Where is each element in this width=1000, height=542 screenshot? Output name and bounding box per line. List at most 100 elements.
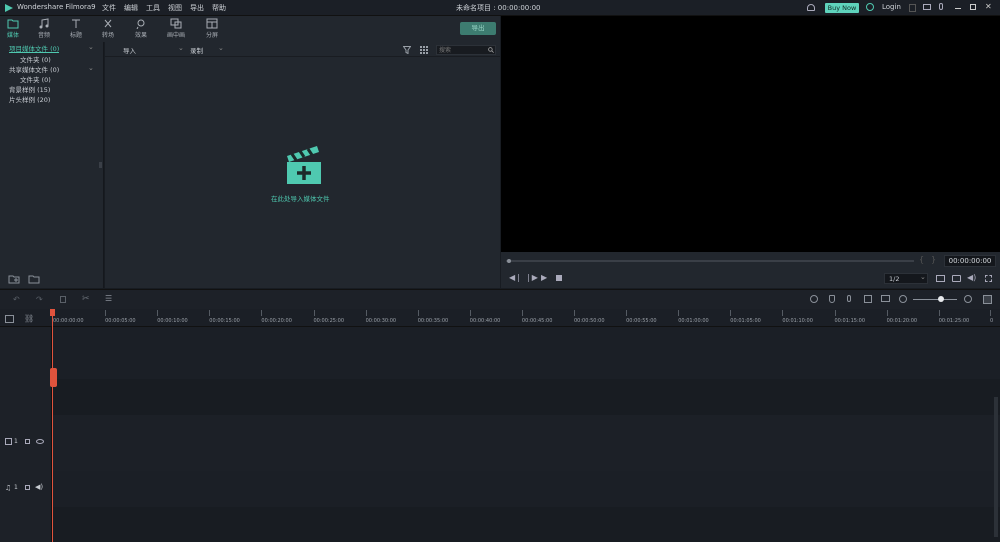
ruler-tick: 00:01:25:00	[938, 310, 970, 324]
tab-audio[interactable]: 音频	[31, 18, 57, 39]
export-button[interactable]: 导出	[460, 22, 496, 35]
menu-tools[interactable]: 工具	[146, 3, 160, 13]
marker-icon[interactable]	[829, 295, 835, 303]
menu-file[interactable]: 文件	[102, 3, 116, 13]
menu-edit[interactable]: 编辑	[124, 3, 138, 13]
speaker-icon[interactable]: ◀)	[35, 483, 43, 491]
track-area-2	[52, 379, 1000, 415]
search-icon[interactable]	[488, 47, 494, 53]
import-hint: 在此处导入媒体文件	[271, 195, 330, 203]
filter-icon[interactable]	[403, 46, 411, 54]
app-title: Wondershare Filmora9	[17, 3, 96, 11]
sidebar-item-backgrounds[interactable]: 背景样例 (15)	[9, 84, 50, 94]
sidebar-item-folder[interactable]: 文件夹 (0)	[20, 54, 51, 64]
cut-icon[interactable]: ✂	[82, 294, 90, 304]
stop-icon[interactable]	[556, 275, 562, 281]
cc-icon[interactable]	[881, 295, 890, 302]
timeline-scrollbar[interactable]	[994, 397, 998, 537]
tab-transitions[interactable]: 转场	[95, 18, 121, 39]
ruler-tick: 0	[990, 310, 994, 324]
library-sidebar: 项目媒体文件 (0) ⌄ 文件夹 (0) 共享媒体文件 (0) ⌄ 文件夹 (0…	[0, 42, 104, 288]
add-track-icon[interactable]	[5, 315, 14, 323]
play-pause-icon[interactable]: ❘▶	[525, 273, 538, 282]
info-icon[interactable]	[866, 3, 874, 11]
login-link[interactable]: Login	[882, 3, 901, 11]
support-icon[interactable]	[807, 4, 815, 11]
ruler-tick: 00:00:25:00	[313, 310, 345, 324]
sidebar-item-shared-folder[interactable]: 文件夹 (0)	[20, 74, 51, 84]
record-dropdown[interactable]: 录制 ⌄	[190, 44, 225, 55]
lock-icon[interactable]	[25, 485, 30, 490]
zoom-slider-knob[interactable]	[938, 296, 944, 302]
search-input[interactable]	[439, 46, 483, 54]
new-folder-icon[interactable]	[8, 274, 20, 284]
audio-track[interactable]	[52, 471, 1000, 507]
mixer-icon[interactable]	[864, 295, 872, 303]
account-icon[interactable]	[909, 4, 916, 12]
link-icon[interactable]: ⛓	[24, 314, 34, 323]
grid-view-icon[interactable]	[420, 46, 428, 54]
import-dropdown[interactable]: 导入 ⌄	[123, 44, 185, 55]
collapse-handle-icon[interactable]	[99, 162, 102, 168]
minimize-icon[interactable]	[955, 8, 961, 9]
audio-track-icon: ♫	[5, 484, 12, 492]
tab-transitions-label: 转场	[101, 32, 114, 39]
chevron-down-icon: ⌄	[218, 44, 224, 52]
sidebar-item-intros[interactable]: 片头样例 (20)	[9, 94, 50, 104]
sidebar-item-shared-media[interactable]: 共享媒体文件 (0)	[9, 64, 59, 74]
preview-scrubber[interactable]	[506, 260, 914, 262]
mic-icon[interactable]	[939, 3, 943, 10]
fullscreen-icon[interactable]	[985, 275, 992, 282]
mark-in-icon[interactable]: {	[919, 255, 924, 264]
undo-icon[interactable]: ↶	[13, 295, 20, 304]
audio-track-header: ♫ 1 ◀)	[0, 471, 52, 507]
tab-media[interactable]: 媒体	[0, 18, 26, 39]
timeline-toolbar: ↶ ↷ ✂ ☰	[0, 289, 1000, 309]
redo-icon[interactable]: ↷	[36, 295, 43, 304]
lock-icon[interactable]	[25, 439, 30, 444]
record-label: 录制	[190, 47, 203, 55]
mail-icon[interactable]	[923, 4, 931, 10]
track-area-top	[52, 327, 1000, 379]
tab-titles[interactable]: 标题	[63, 18, 89, 39]
tab-split-screen[interactable]: 分屏	[199, 18, 225, 39]
snapshot-icon[interactable]	[952, 275, 961, 282]
display-settings-icon[interactable]	[936, 275, 945, 282]
zoom-slider[interactable]	[913, 299, 957, 300]
close-icon[interactable]: ✕	[985, 2, 992, 11]
ratio-select[interactable]: 1/2 ⌄	[884, 273, 928, 284]
folder-outline-icon[interactable]	[28, 274, 40, 284]
menu-help[interactable]: 帮助	[212, 3, 226, 13]
playhead-handle[interactable]	[50, 368, 57, 387]
tab-effects[interactable]: 效果	[128, 18, 154, 39]
adjust-icon[interactable]: ☰	[105, 294, 112, 303]
mark-out-icon[interactable]: }	[931, 255, 936, 264]
split-screen-icon	[206, 18, 218, 29]
media-toolbar: 媒体 音频 标题 转场 效果 画中画 分屏 导出	[0, 16, 500, 42]
volume-icon[interactable]: ◀)	[967, 273, 976, 282]
playhead-top-handle[interactable]	[50, 309, 55, 316]
delete-icon[interactable]	[60, 296, 66, 303]
buy-now-button[interactable]: Buy Now	[825, 3, 859, 13]
ruler-tick: 00:01:15:00	[834, 310, 866, 324]
tab-pip[interactable]: 画中画	[163, 18, 189, 39]
text-icon	[72, 19, 80, 28]
voiceover-icon[interactable]	[847, 295, 851, 302]
ruler-tick: 00:00:55:00	[626, 310, 657, 324]
zoom-in-icon[interactable]	[964, 295, 972, 303]
tab-split-label: 分屏	[205, 32, 218, 39]
restore-icon[interactable]	[970, 4, 976, 10]
eye-icon[interactable]	[36, 439, 44, 444]
zoom-out-icon[interactable]	[899, 295, 907, 303]
timeline-ruler: ⛓ 00:00:00:00 00:00:05:00 00:00:10:00 00:00…	[0, 309, 1000, 327]
ruler-tick: 00:01:00:00	[678, 310, 709, 324]
menu-view[interactable]: 视图	[168, 3, 182, 13]
play-icon[interactable]: ▶	[541, 273, 547, 282]
effects-icon	[136, 19, 145, 29]
render-icon[interactable]	[810, 295, 818, 303]
menu-export[interactable]: 导出	[190, 3, 204, 13]
rewind-icon[interactable]: ◀❘	[509, 273, 522, 282]
clapperboard-import-icon[interactable]	[283, 142, 323, 186]
timeline-settings-icon[interactable]	[983, 295, 992, 304]
video-track[interactable]	[52, 415, 1000, 471]
